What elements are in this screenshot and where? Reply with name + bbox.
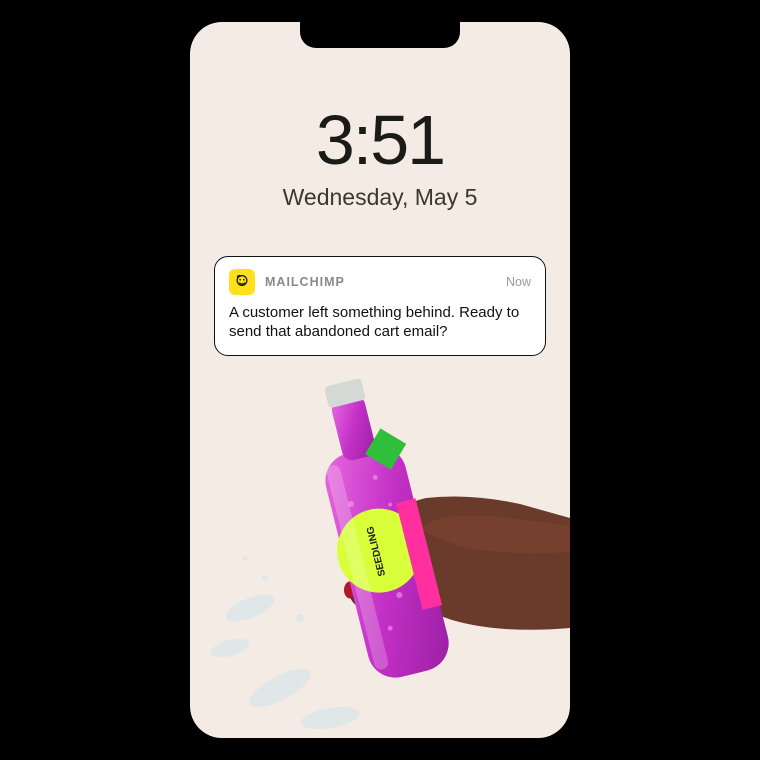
notification-time: Now xyxy=(506,275,531,289)
notification-header: MAILCHIMP Now xyxy=(229,269,531,295)
lockscreen-time: 3:51 xyxy=(190,100,570,180)
phone-lockscreen: 3:51 Wednesday, May 5 MAILCHIMP Now A cu… xyxy=(190,22,570,738)
notification-app-name: MAILCHIMP xyxy=(265,275,496,289)
phone-notch xyxy=(300,22,460,48)
monkey-icon xyxy=(233,273,251,291)
mailchimp-app-icon xyxy=(229,269,255,295)
notification-body: A customer left something behind. Ready … xyxy=(229,303,531,341)
lockscreen-date: Wednesday, May 5 xyxy=(190,184,570,211)
notification-card[interactable]: MAILCHIMP Now A customer left something … xyxy=(214,256,546,356)
